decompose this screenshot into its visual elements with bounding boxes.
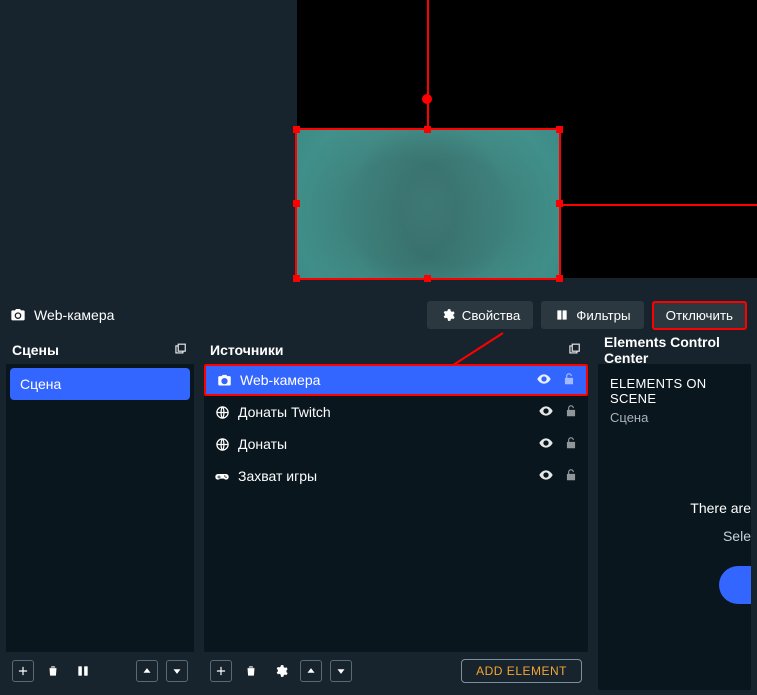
- scenes-panel: Сцены Сцена: [4, 336, 196, 690]
- disable-label: Отключить: [666, 308, 733, 323]
- preview-area[interactable]: [0, 0, 757, 294]
- elements-scene-name: Сцена: [610, 410, 751, 425]
- source-row[interactable]: Донаты: [204, 428, 588, 460]
- lock-toggle[interactable]: [564, 468, 578, 485]
- visibility-toggle[interactable]: [536, 371, 552, 390]
- gear-icon: [440, 307, 456, 323]
- camera-icon: [216, 372, 232, 388]
- scenes-title: Сцены: [12, 342, 59, 358]
- visibility-toggle[interactable]: [538, 403, 554, 422]
- resize-handle-se[interactable]: [556, 275, 563, 282]
- sources-panel: Источники Web-камера: [202, 336, 590, 690]
- resize-handle-sw[interactable]: [293, 275, 300, 282]
- selection-rotate-handle[interactable]: [422, 94, 432, 104]
- elements-primary-button[interactable]: [719, 566, 751, 604]
- filters-label: Фильтры: [576, 308, 630, 323]
- world-icon: [214, 404, 230, 420]
- popout-icon[interactable]: [566, 342, 582, 358]
- visibility-toggle[interactable]: [538, 467, 554, 486]
- lock-toggle[interactable]: [564, 404, 578, 421]
- scene-row[interactable]: Сцена: [10, 368, 190, 400]
- source-row[interactable]: Web-камера: [204, 364, 588, 396]
- sources-footer: ADD ELEMENT: [202, 652, 590, 690]
- active-source-label: Web-камера: [34, 307, 114, 323]
- scene-transition-button[interactable]: [72, 660, 94, 682]
- sources-panel-header: Источники: [202, 336, 590, 364]
- gamepad-icon: [214, 468, 230, 484]
- selection-guide-horizontal: [561, 204, 757, 206]
- source-label: Захват игры: [238, 468, 530, 484]
- add-element-button[interactable]: ADD ELEMENT: [461, 659, 582, 683]
- move-source-up-button[interactable]: [300, 660, 322, 682]
- move-scene-down-button[interactable]: [166, 660, 188, 682]
- resize-handle-n[interactable]: [424, 126, 431, 133]
- scenes-list: Сцена: [6, 364, 194, 652]
- selection-guide-vertical: [427, 0, 429, 132]
- move-scene-up-button[interactable]: [136, 660, 158, 682]
- properties-button[interactable]: Свойства: [427, 301, 534, 329]
- source-settings-button[interactable]: [270, 660, 292, 682]
- delete-scene-button[interactable]: [42, 660, 64, 682]
- source-row[interactable]: Донаты Twitch: [204, 396, 588, 428]
- camera-icon: [10, 307, 26, 323]
- source-label: Web-камера: [240, 372, 528, 388]
- resize-handle-w[interactable]: [293, 200, 300, 207]
- move-source-down-button[interactable]: [330, 660, 352, 682]
- resize-handle-s[interactable]: [424, 275, 431, 282]
- lock-toggle[interactable]: [562, 372, 576, 389]
- elements-panel-title: Elements Control Center: [604, 334, 745, 366]
- world-icon: [214, 436, 230, 452]
- scene-label: Сцена: [20, 376, 180, 392]
- disable-button[interactable]: Отключить: [652, 301, 747, 330]
- source-toolbar: Web-камера Свойства Фильтры Отключить: [0, 294, 757, 336]
- popout-icon[interactable]: [172, 342, 188, 358]
- scenes-panel-header: Сцены: [4, 336, 196, 364]
- elements-panel-body: ELEMENTS ON SCENE Сцена There are Sele: [598, 364, 751, 690]
- resize-handle-ne[interactable]: [556, 126, 563, 133]
- sources-title: Источники: [210, 342, 284, 358]
- elements-on-scene-label: ELEMENTS ON SCENE: [610, 376, 751, 406]
- filters-icon: [554, 307, 570, 323]
- elements-empty-sub: Sele: [723, 528, 751, 544]
- elements-panel-header: Elements Control Center: [596, 336, 753, 364]
- source-row[interactable]: Захват игры: [204, 460, 588, 492]
- scenes-footer: [4, 652, 196, 690]
- add-scene-button[interactable]: [12, 660, 34, 682]
- elements-empty-title: There are: [690, 500, 751, 516]
- sources-list: Web-камера Донаты Twitch: [204, 364, 588, 652]
- properties-label: Свойства: [462, 308, 521, 323]
- visibility-toggle[interactable]: [538, 435, 554, 454]
- elements-panel: Elements Control Center ELEMENTS ON SCEN…: [596, 336, 753, 690]
- delete-source-button[interactable]: [240, 660, 262, 682]
- selected-source-frame[interactable]: [295, 128, 561, 280]
- resize-handle-nw[interactable]: [293, 126, 300, 133]
- source-label: Донаты Twitch: [238, 404, 530, 420]
- add-source-button[interactable]: [210, 660, 232, 682]
- lock-toggle[interactable]: [564, 436, 578, 453]
- source-label: Донаты: [238, 436, 530, 452]
- filters-button[interactable]: Фильтры: [541, 301, 643, 329]
